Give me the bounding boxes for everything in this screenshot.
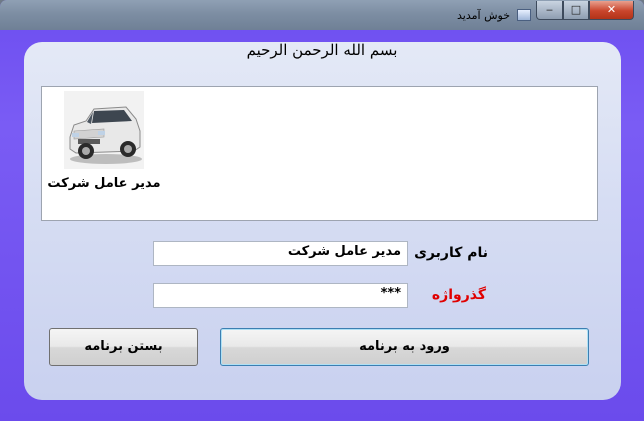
window-title: خوش آمدید: [457, 9, 510, 22]
minimize-icon: ‒: [546, 3, 553, 16]
minimize-button[interactable]: ‒: [536, 1, 563, 20]
password-field[interactable]: ***: [153, 283, 408, 308]
maximize-icon: □: [570, 3, 582, 16]
close-program-button[interactable]: بستن برنامه: [49, 328, 198, 366]
bismillah-heading: بسم الله الرحمن الرحیم: [246, 41, 398, 59]
car-photo-icon[interactable]: [64, 91, 144, 169]
car-image: [64, 91, 144, 169]
app-icon: [517, 9, 531, 21]
password-label: گذرواژه: [431, 287, 486, 303]
login-button[interactable]: ورود به برنامه: [220, 328, 589, 366]
title-bar[interactable]: خوش آمدید ‒ □ ✕: [0, 0, 644, 30]
close-icon: ✕: [606, 3, 617, 16]
user-item-label[interactable]: مدیر عامل شرکت: [44, 176, 164, 191]
login-window: خوش آمدید ‒ □ ✕ بسم الله الرحمن الرحیم م…: [0, 0, 644, 421]
username-field[interactable]: مدیر عامل شرکت: [153, 241, 408, 266]
close-window-button[interactable]: ✕: [589, 1, 634, 20]
maximize-button[interactable]: □: [563, 1, 589, 20]
username-label: نام کاربری: [414, 245, 488, 261]
